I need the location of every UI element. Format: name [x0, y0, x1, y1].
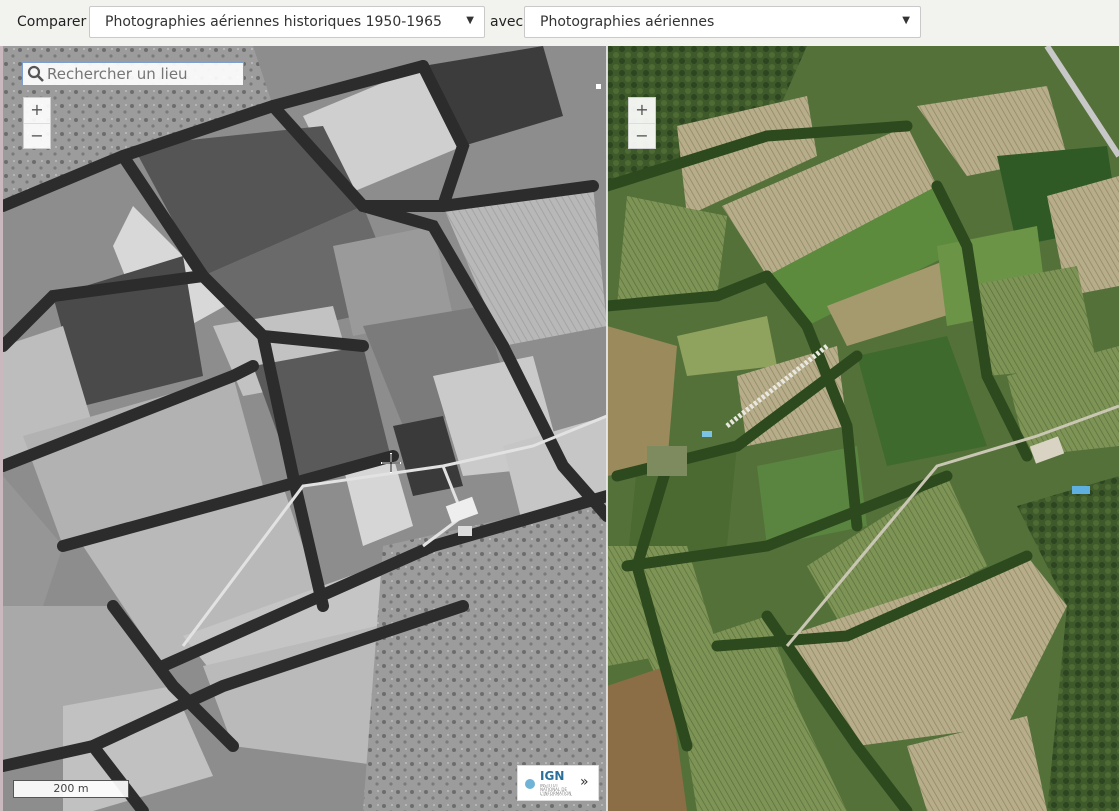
- crosshair-icon: [381, 453, 401, 473]
- attribution-control[interactable]: IGN INSTITUT NATIONAL DE L'INFORMATION G…: [517, 765, 599, 801]
- modern-aerial-photo: [607, 46, 1119, 811]
- with-label: avec: [490, 14, 524, 30]
- chevron-double-right-icon[interactable]: »: [580, 774, 589, 790]
- ign-logo-icon: [525, 779, 535, 789]
- zoom-in-button[interactable]: +: [629, 98, 655, 123]
- zoom-in-button[interactable]: +: [24, 98, 50, 123]
- zoom-out-button[interactable]: −: [24, 124, 50, 149]
- right-zoom-control: + −: [628, 97, 656, 149]
- scale-bar: 200 m: [13, 780, 129, 798]
- comparison-divider[interactable]: [606, 46, 608, 811]
- search-input[interactable]: [47, 64, 237, 84]
- left-zoom-control: + −: [23, 97, 51, 149]
- search-icon: [27, 65, 44, 82]
- right-layer-value: Photographies aériennes: [540, 14, 715, 30]
- zoom-out-button[interactable]: −: [629, 124, 655, 149]
- left-layer-value: Photographies aériennes historiques 1950…: [105, 14, 442, 30]
- chevron-down-icon: ▼: [466, 15, 474, 26]
- map-viewer: + − + − 200 m IGN INSTITUT NATIONAL DE L…: [0, 46, 1119, 811]
- left-layer-select[interactable]: Photographies aériennes historiques 1950…: [89, 6, 485, 38]
- compare-label: Comparer: [17, 14, 87, 30]
- ign-subtitle: INSTITUT NATIONAL DE L'INFORMATION GÉOGR…: [540, 784, 572, 796]
- historic-aerial-photo: [3, 46, 607, 811]
- modern-map-pane[interactable]: [607, 46, 1119, 811]
- chevron-down-icon: ▼: [902, 15, 910, 26]
- slider-handle[interactable]: [596, 84, 601, 89]
- ign-logo-text: IGN: [540, 769, 565, 783]
- search-box[interactable]: [22, 62, 244, 86]
- compare-toolbar: Comparer Photographies aériennes histori…: [0, 0, 1119, 47]
- right-layer-select[interactable]: Photographies aériennes ▼: [524, 6, 921, 38]
- historic-map-pane[interactable]: [3, 46, 607, 811]
